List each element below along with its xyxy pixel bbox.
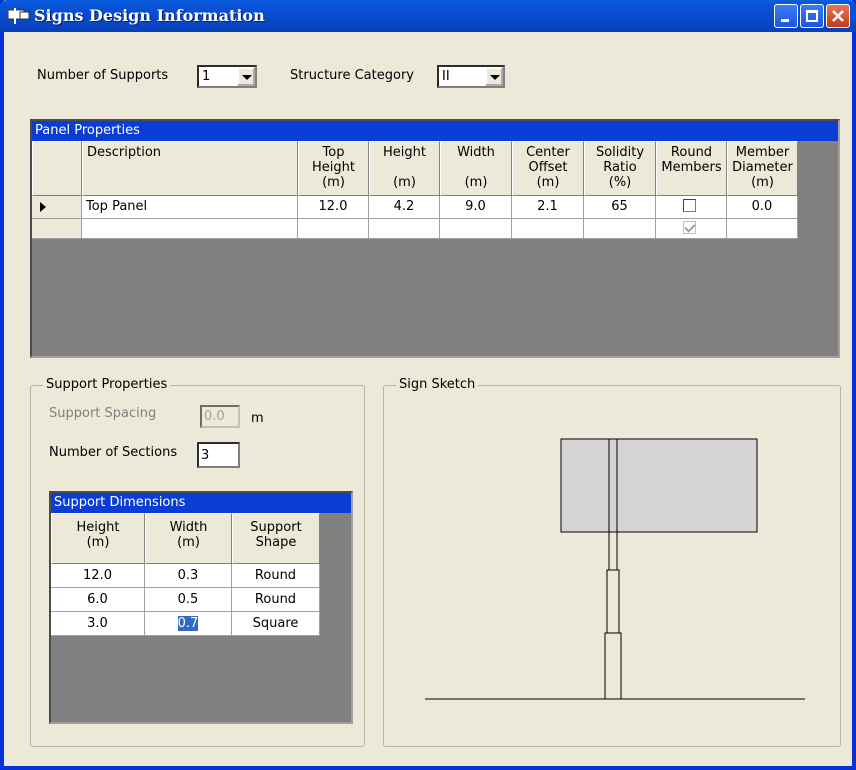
sign-sketch-canvas	[425, 438, 805, 700]
maximize-button[interactable]	[800, 4, 824, 28]
panel-properties-caption: Panel Properties	[32, 121, 838, 141]
number-of-supports-value: 1	[202, 69, 211, 84]
support-cell-width[interactable]: 0.3	[145, 564, 232, 588]
col-header-top-height[interactable]: Top Height (m)	[298, 141, 369, 196]
new-row-selector[interactable]	[32, 219, 82, 239]
cell-member-diameter[interactable]: 0.0	[727, 196, 798, 219]
col-header-description[interactable]: Description	[82, 141, 298, 196]
cell-top-height[interactable]: 12.0	[298, 196, 369, 219]
cell-center-offset[interactable]: 2.1	[512, 196, 584, 219]
round-members-checkbox[interactable]	[683, 199, 696, 212]
title-bar[interactable]: Signs Design Information	[0, 0, 856, 32]
new-row-cell[interactable]	[512, 219, 584, 239]
cell-width[interactable]: 9.0	[440, 196, 512, 219]
chevron-down-icon[interactable]	[237, 67, 255, 86]
close-icon	[832, 10, 844, 22]
structure-category-select[interactable]: II	[437, 65, 505, 88]
minimize-icon	[781, 19, 789, 22]
support-dimensions-grid: Support Dimensions Height (m) Width (m) …	[49, 491, 353, 724]
support-cell-height[interactable]: 3.0	[51, 612, 145, 636]
panel-properties-grid: Panel Properties Description Top Height …	[30, 119, 840, 358]
row-selector[interactable]	[32, 196, 82, 219]
minimize-button[interactable]	[774, 4, 798, 28]
new-row-cell[interactable]	[584, 219, 656, 239]
support-cell-shape[interactable]: Round	[232, 564, 320, 588]
col-header-center-offset[interactable]: Center Offset (m)	[512, 141, 584, 196]
col-header-support-shape[interactable]: Support Shape	[232, 513, 320, 564]
sign-icon	[8, 8, 30, 24]
col-header-width[interactable]: Width (m)	[440, 141, 512, 196]
new-row-cell[interactable]	[369, 219, 440, 239]
current-row-arrow-icon	[40, 202, 46, 212]
sketch-panel	[560, 438, 758, 533]
structure-category-label: Structure Category	[290, 68, 414, 83]
new-row-cell[interactable]	[727, 219, 798, 239]
cell-height[interactable]: 4.2	[369, 196, 440, 219]
signs-design-window: Signs Design Information Number of Suppo…	[0, 0, 856, 770]
new-row-round-members-cell	[656, 219, 727, 239]
chevron-down-icon[interactable]	[485, 67, 503, 86]
col-header-height[interactable]: Height (m)	[369, 141, 440, 196]
cell-round-members	[656, 196, 727, 219]
support-cell-width-editing[interactable]: 0.7	[145, 612, 232, 636]
cell-solidity-ratio[interactable]: 65	[584, 196, 656, 219]
support-properties-title: Support Properties	[43, 377, 171, 392]
number-of-supports-select[interactable]: 1	[197, 65, 257, 88]
col-header-support-width[interactable]: Width (m)	[145, 513, 232, 564]
number-of-sections-input[interactable]: 3	[197, 442, 240, 468]
maximize-icon	[806, 10, 818, 22]
window-title: Signs Design Information	[34, 6, 265, 25]
support-cell-shape[interactable]: Square	[232, 612, 320, 636]
col-header-round-members[interactable]: Round Members	[656, 141, 727, 196]
support-cell-height[interactable]: 6.0	[51, 588, 145, 612]
support-spacing-unit: m	[251, 411, 264, 426]
support-dimensions-caption: Support Dimensions	[51, 493, 351, 513]
support-spacing-label: Support Spacing	[49, 406, 157, 421]
close-button[interactable]	[826, 4, 850, 28]
support-spacing-input[interactable]: 0.0	[200, 405, 240, 428]
col-header-solidity-ratio[interactable]: Solidity Ratio (%)	[584, 141, 656, 196]
round-members-checkbox[interactable]	[683, 221, 696, 234]
sketch-support-section-middle	[606, 569, 620, 634]
new-row-cell[interactable]	[82, 219, 298, 239]
selected-text[interactable]: 0.7	[177, 616, 199, 631]
col-header-member-diameter[interactable]: Member Diameter (m)	[727, 141, 798, 196]
number-of-supports-label: Number of Supports	[37, 68, 169, 83]
row-header-corner	[32, 141, 82, 196]
number-of-sections-label: Number of Sections	[49, 445, 178, 460]
sketch-support-section-bottom	[604, 632, 622, 700]
new-row-cell[interactable]	[298, 219, 369, 239]
sign-sketch-title: Sign Sketch	[396, 377, 479, 392]
support-cell-width[interactable]: 0.5	[145, 588, 232, 612]
col-header-support-height[interactable]: Height (m)	[51, 513, 145, 564]
support-cell-shape[interactable]: Round	[232, 588, 320, 612]
support-cell-height[interactable]: 12.0	[51, 564, 145, 588]
new-row-cell[interactable]	[440, 219, 512, 239]
cell-description[interactable]: Top Panel	[82, 196, 298, 219]
structure-category-value: II	[442, 69, 450, 84]
